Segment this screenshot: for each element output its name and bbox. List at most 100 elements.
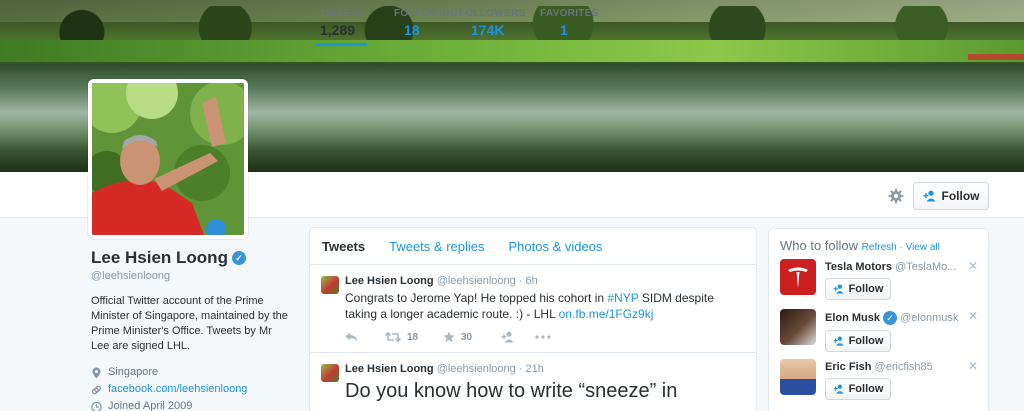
- title-separator: ·: [896, 242, 906, 253]
- location-text: Singapore: [108, 366, 159, 378]
- follow-button-label: Follow: [941, 189, 980, 203]
- suggestion-name-row: Tesla Motors @TeslaMo...: [825, 257, 965, 273]
- profile-location: Singapore: [91, 364, 291, 381]
- stat-following-value: 18: [404, 22, 420, 38]
- follow-button[interactable]: Follow: [913, 182, 989, 210]
- gear-icon[interactable]: [888, 188, 904, 204]
- tesla-logo-icon: [788, 267, 808, 288]
- stat-followers-label: FOLLOWERS: [459, 8, 526, 19]
- suggestion-handle[interactable]: @elonmusk: [900, 312, 958, 324]
- tweet-timeline: Tweets Tweets & replies Photos & videos …: [309, 227, 757, 411]
- timeline-tabs: Tweets Tweets & replies Photos & videos: [310, 228, 756, 265]
- tweet-author-handle[interactable]: @leehsienloong: [437, 275, 516, 287]
- favorite-star-icon: [443, 331, 455, 343]
- stat-following[interactable]: FOLLOWING 18: [390, 8, 462, 46]
- follow-person-icon: [833, 384, 844, 394]
- suggestion-name[interactable]: Elon Musk: [825, 312, 880, 324]
- profile-handle[interactable]: @leehsienloong: [91, 270, 291, 282]
- suggestion-name-row: Eric Fish @ericfish85: [825, 357, 965, 373]
- refresh-link[interactable]: Refresh: [862, 242, 897, 253]
- location-pin-icon: [92, 367, 101, 378]
- hashtag-link[interactable]: #NYP: [607, 291, 638, 305]
- tweet-text: Do you know how to write “sneeze” in: [345, 380, 678, 402]
- suggestion-avatar[interactable]: [780, 259, 816, 295]
- who-to-follow-panel: Who to follow Refresh · View all Tesla M…: [768, 228, 989, 411]
- profile-avatar[interactable]: [88, 79, 248, 239]
- tweet-avatar[interactable]: [321, 364, 339, 382]
- profile-meta: Singapore facebook.com/leehsienloong Joi…: [91, 364, 291, 411]
- link-icon: [91, 385, 102, 394]
- stat-tweets-label: TWEETS: [320, 8, 364, 19]
- suggestion-name[interactable]: Eric Fish: [825, 361, 871, 373]
- suggestion-avatar[interactable]: [780, 309, 816, 345]
- more-action[interactable]: [535, 335, 551, 339]
- tweet-avatar[interactable]: [321, 276, 339, 294]
- stat-tweets-value: 1,289: [320, 22, 356, 38]
- tweet-item[interactable]: Lee Hsien Loong @leehsienloong · 21h Do …: [310, 353, 756, 403]
- suggestion-tesla: Tesla Motors @TeslaMo... ✕ Follow: [769, 257, 988, 307]
- suggestion-follow-button[interactable]: Follow: [825, 378, 891, 400]
- tweet-item[interactable]: Lee Hsien Loong @leehsienloong · 6h Cong…: [310, 265, 756, 353]
- tweet-link[interactable]: on.fb.me/1FGz9kj: [559, 307, 654, 321]
- suggestion-follow-button[interactable]: Follow: [825, 278, 891, 300]
- tweet-author-name[interactable]: Lee Hsien Loong: [345, 363, 434, 375]
- favorite-count: 30: [461, 331, 473, 343]
- tweet-text-part: Congrats to Jerome Yap! He topped his co…: [345, 291, 608, 305]
- suggestion-name[interactable]: Tesla Motors: [825, 261, 892, 273]
- tab-tweets-replies[interactable]: Tweets & replies: [389, 239, 484, 254]
- follow-user-action[interactable]: [501, 331, 535, 343]
- view-all-link[interactable]: View all: [906, 242, 940, 253]
- stat-followers-value: 174K: [471, 22, 505, 38]
- tweet-header: Lee Hsien Loong @leehsienloong · 21h: [345, 363, 744, 375]
- suggestion-handle[interactable]: @ericfish85: [875, 361, 933, 373]
- suggestion-elon: Elon Musk ✓ @elonmusk ✕ Follow: [769, 307, 988, 357]
- stat-favorites[interactable]: FAVORITES 1: [536, 8, 603, 46]
- follow-person-icon: [923, 190, 935, 202]
- who-to-follow-header: Who to follow Refresh · View all: [769, 229, 988, 257]
- profile-website: facebook.com/leehsienloong: [91, 381, 291, 398]
- follow-user-icon: [501, 331, 514, 343]
- close-icon[interactable]: ✕: [968, 309, 978, 323]
- profile-bio: Official Twitter account of the Prime Mi…: [91, 295, 288, 352]
- stat-tweets[interactable]: TWEETS 1,289: [316, 8, 368, 46]
- tweet-author-handle[interactable]: @leehsienloong: [437, 363, 516, 375]
- profile-name-row: Lee Hsien Loong ✓: [91, 248, 291, 268]
- tweet-header: Lee Hsien Loong @leehsienloong · 6h: [345, 275, 744, 287]
- tab-photos-videos[interactable]: Photos & videos: [508, 239, 602, 254]
- suggestion-handle[interactable]: @TeslaMo...: [895, 261, 956, 273]
- joined-text: Joined April 2009: [108, 400, 193, 411]
- profile-name[interactable]: Lee Hsien Loong: [91, 248, 228, 268]
- follow-person-icon: [833, 284, 844, 294]
- retweet-count: 18: [407, 331, 419, 343]
- suggestion-name-row: Elon Musk ✓ @elonmusk: [825, 307, 965, 325]
- tab-tweets[interactable]: Tweets: [322, 239, 365, 254]
- stat-followers[interactable]: FOLLOWERS 174K: [455, 8, 530, 46]
- follow-person-icon: [833, 336, 844, 346]
- close-icon[interactable]: ✕: [968, 359, 978, 373]
- tweet-author-name[interactable]: Lee Hsien Loong: [345, 275, 434, 287]
- suggestion-eric: Eric Fish @ericfish85 ✕ Follow: [769, 357, 988, 407]
- retweet-action[interactable]: 18: [385, 332, 443, 343]
- tweet-actions: 18 30: [345, 322, 744, 352]
- website-link[interactable]: facebook.com/leehsienloong: [108, 381, 247, 398]
- tweet-timestamp[interactable]: · 6h: [519, 275, 538, 287]
- reply-icon: [345, 332, 358, 342]
- favorite-action[interactable]: 30: [443, 331, 501, 343]
- verified-badge-icon: ✓: [231, 251, 246, 265]
- stat-favorites-label: FAVORITES: [540, 8, 599, 19]
- stat-following-label: FOLLOWING: [394, 8, 458, 19]
- suggestion-follow-button[interactable]: Follow: [825, 330, 891, 352]
- close-icon[interactable]: ✕: [968, 259, 978, 273]
- avatar-photo: [92, 83, 244, 235]
- who-to-follow-title: Who to follow: [780, 238, 859, 253]
- more-dots-icon: [535, 335, 551, 339]
- profile-card: Lee Hsien Loong ✓ @leehsienloong Officia…: [91, 248, 291, 411]
- reply-action[interactable]: [345, 332, 385, 342]
- suggestion-avatar[interactable]: [780, 359, 816, 395]
- tweet-text: Congrats to Jerome Yap! He topped his co…: [345, 290, 745, 322]
- suggestion-follow-label: Follow: [848, 335, 884, 347]
- tweet-timestamp[interactable]: · 21h: [519, 363, 544, 375]
- stat-favorites-value: 1: [560, 22, 568, 38]
- retweet-icon: [385, 332, 401, 342]
- profile-joined: Joined April 2009: [91, 398, 291, 411]
